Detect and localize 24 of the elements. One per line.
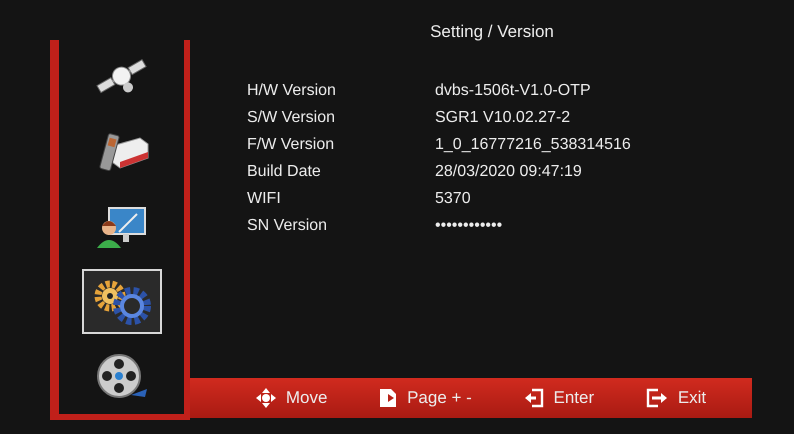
info-label: WIFI <box>247 189 282 209</box>
hint-label: Exit <box>678 388 706 408</box>
info-value: 5370 <box>435 189 472 209</box>
info-value: •••••••••••• <box>435 216 504 236</box>
exit-icon <box>646 388 668 408</box>
film-reel-icon <box>94 352 148 401</box>
info-label: S/W Version <box>247 108 336 128</box>
hint-label: Page + - <box>407 388 472 408</box>
enter-icon <box>524 388 544 408</box>
move-arrows-icon <box>256 388 276 408</box>
gears-icon <box>92 278 152 326</box>
info-value: 1_0_16777216_538314516 <box>435 135 632 155</box>
hint-label: Move <box>286 388 328 408</box>
info-label: SN Version <box>247 216 328 236</box>
info-label: F/W Version <box>247 135 336 155</box>
info-label: H/W Version <box>247 81 337 101</box>
info-value: SGR1 V10.02.27-2 <box>435 108 572 128</box>
page-icon <box>379 388 398 408</box>
page-title: Setting / Version <box>429 22 555 42</box>
menu-item[interactable] <box>82 269 162 334</box>
info-value: 28/03/2020 09:47:19 <box>435 162 583 182</box>
hint-label: Enter <box>554 388 594 408</box>
info-label: Build Date <box>247 162 322 182</box>
info-value: dvbs-1506t-V1.0-OTP <box>435 81 592 101</box>
